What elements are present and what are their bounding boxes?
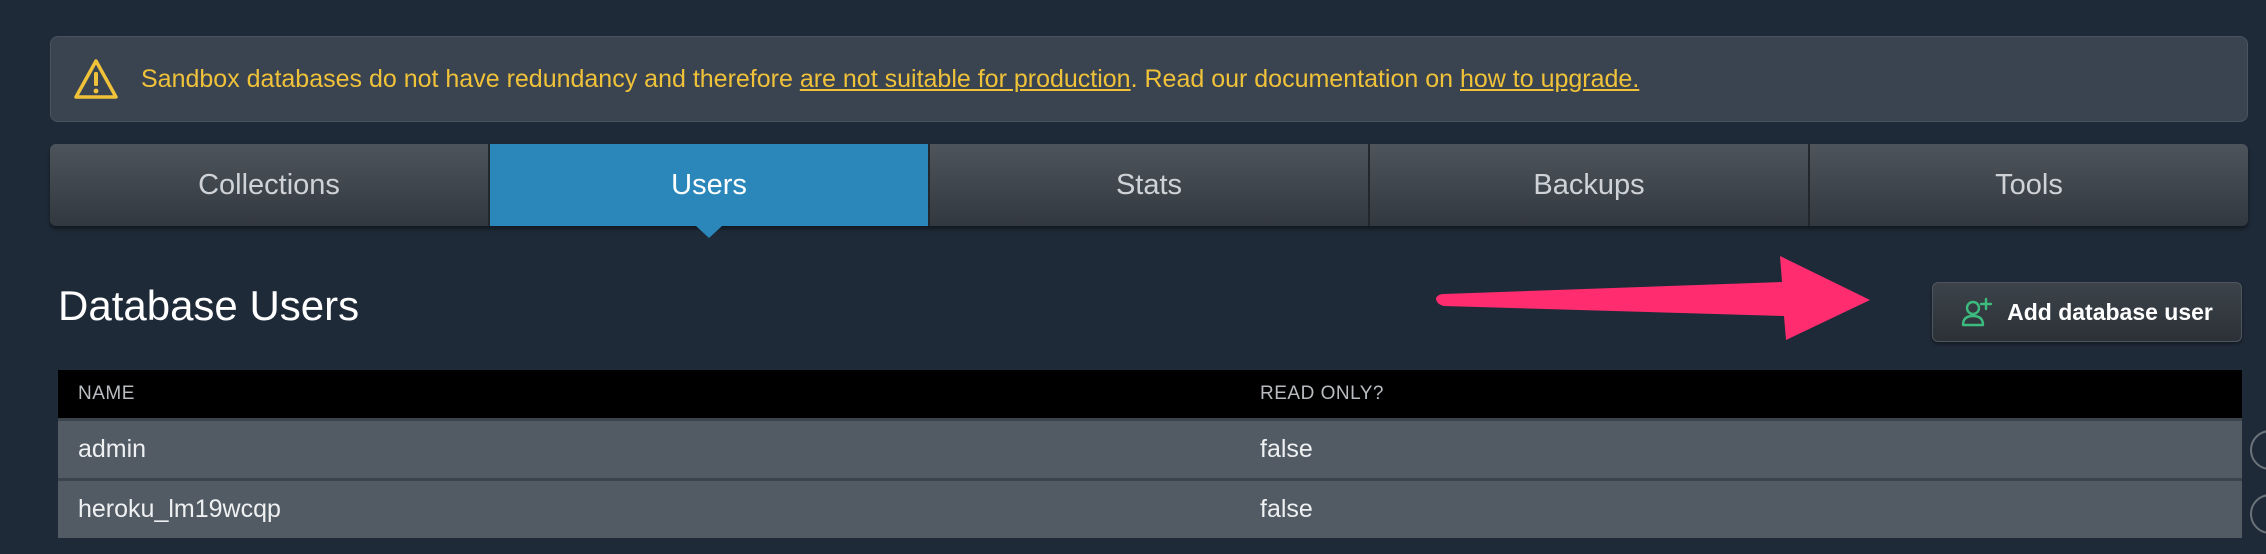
read-only-cell: false	[1260, 435, 1313, 463]
warning-text-before: Sandbox databases do not have redundancy…	[141, 64, 800, 93]
add-user-icon	[1961, 297, 1993, 327]
read-only-cell: false	[1260, 495, 1313, 523]
row-action-button[interactable]	[2250, 494, 2266, 534]
column-header-read-only: READ ONLY?	[1260, 383, 1384, 404]
warning-text: Sandbox databases do not have redundancy…	[141, 65, 1639, 94]
user-name-cell: admin	[78, 435, 147, 463]
users-table: NAME READ ONLY? admin false heroku_lm19w…	[58, 370, 2242, 538]
table-header: NAME READ ONLY?	[58, 370, 2242, 418]
tab-users[interactable]: Users	[490, 144, 930, 238]
warning-text-middle: . Read our documentation on	[1130, 64, 1460, 93]
tab-backups[interactable]: Backups	[1370, 144, 1810, 226]
sandbox-warning-banner: Sandbox databases do not have redundancy…	[50, 36, 2248, 122]
how-to-upgrade-link[interactable]: how to upgrade.	[1460, 65, 1639, 93]
not-suitable-link[interactable]: are not suitable for production	[800, 65, 1131, 93]
table-row[interactable]: heroku_lm19wcqp false	[58, 478, 2242, 538]
tab-bar: Collections Users Stats Backups Tools	[50, 144, 2248, 238]
pointer-arrow-icon	[1436, 256, 1870, 340]
user-name-cell: heroku_lm19wcqp	[78, 495, 281, 523]
tab-collections[interactable]: Collections	[50, 144, 490, 226]
column-header-name: NAME	[78, 383, 135, 404]
add-database-user-button[interactable]: Add database user	[1932, 282, 2242, 342]
add-database-user-label: Add database user	[2007, 298, 2213, 325]
row-action-button[interactable]	[2250, 430, 2266, 470]
table-row[interactable]: admin false	[58, 418, 2242, 478]
tab-tools[interactable]: Tools	[1810, 144, 2248, 226]
page-title: Database Users	[58, 282, 360, 329]
tab-stats[interactable]: Stats	[930, 144, 1370, 226]
warning-icon	[74, 59, 118, 99]
page: Sandbox databases do not have redundancy…	[0, 0, 2266, 554]
